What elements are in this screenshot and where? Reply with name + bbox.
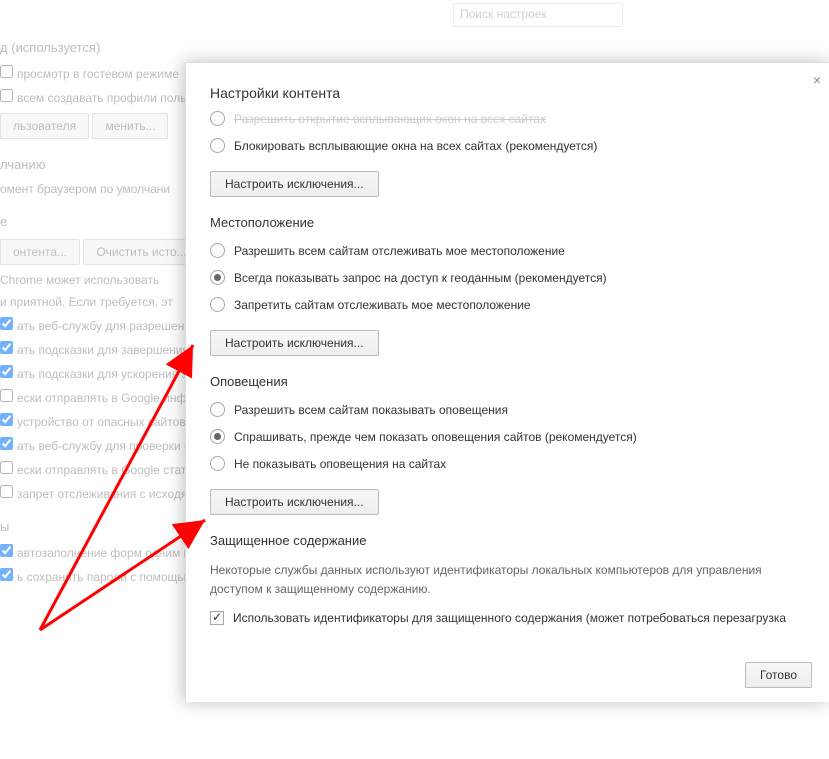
radio-icon — [210, 243, 225, 258]
checkbox-option-7[interactable] — [0, 485, 13, 498]
label-guest-mode: просмотр в гостевом режиме — [17, 67, 179, 81]
label-allow-profiles: всем создавать профили польз — [17, 91, 192, 105]
close-icon[interactable]: × — [810, 69, 824, 91]
label-notifications-block: Не показывать оповещения на сайтах — [234, 457, 446, 471]
button-popups-exceptions[interactable]: Настроить исключения... — [210, 171, 379, 197]
radio-icon — [210, 297, 225, 312]
checkbox-autofill[interactable] — [0, 544, 13, 557]
label-option-5: ать веб-службу для проверки пр — [17, 439, 197, 453]
checkbox-option-5[interactable] — [0, 437, 13, 450]
label-notifications-allow: Разрешить всем сайтам показывать оповеще… — [234, 403, 508, 417]
label-protected-id: Использовать идентификаторы для защищенн… — [233, 611, 786, 625]
label-location-ask: Всегда показывать запрос на доступ к гео… — [234, 271, 607, 285]
radio-icon — [210, 270, 225, 285]
checkbox-option-1[interactable] — [0, 341, 13, 354]
checkbox-option-2[interactable] — [0, 365, 13, 378]
checkbox-option-4[interactable] — [0, 413, 13, 426]
checkbox-option-3[interactable] — [0, 389, 13, 402]
section-popups: Разрешить открытие всплывающих окон на в… — [210, 111, 806, 197]
label-option-2: ать подсказки для ускорения за — [17, 367, 194, 381]
section-heading-users: д (используется) — [0, 40, 829, 55]
button-content-settings[interactable]: онтента... — [0, 239, 80, 265]
section-title-location: Местоположение — [210, 215, 806, 230]
radio-icon — [210, 429, 225, 444]
radio-icon — [210, 138, 225, 153]
label-option-7: запрет отслеживания с исходя — [17, 487, 187, 501]
section-title-notifications: Оповещения — [210, 374, 806, 389]
label-save-passwords: ь сохранять пароли с помощью — [17, 570, 193, 584]
checkbox-icon — [210, 611, 224, 625]
label-option-4: устройство от опасных сайтов — [17, 415, 186, 429]
label-popups-allow: Разрешить открытие всплывающих окон на в… — [234, 112, 546, 126]
radio-icon — [210, 111, 225, 126]
label-option-6: ески отправлять в Google стати — [17, 463, 193, 477]
checkbox-option-6[interactable] — [0, 461, 13, 474]
radio-row-popups-block[interactable]: Блокировать всплывающие окна на всех сай… — [210, 138, 806, 153]
radio-row-location-allow[interactable]: Разрешить всем сайтам отслеживать мое ме… — [210, 243, 806, 258]
label-autofill: автозаполнение форм одним кли — [17, 546, 203, 560]
radio-icon — [210, 456, 225, 471]
content-settings-dialog: × Настройки контента Разрешить открытие … — [185, 62, 829, 702]
section-protected-content: Защищенное содержание Некоторые службы д… — [210, 533, 806, 625]
radio-icon — [210, 402, 225, 417]
radio-row-location-ask[interactable]: Всегда показывать запрос на доступ к гео… — [210, 270, 806, 285]
section-location: Местоположение Разрешить всем сайтам отс… — [210, 215, 806, 356]
radio-row-notifications-block[interactable]: Не показывать оповещения на сайтах — [210, 456, 806, 471]
section-title-protected: Защищенное содержание — [210, 533, 806, 548]
button-clear-history[interactable]: Очистить исто... — [83, 239, 199, 265]
checkbox-row-protected-id[interactable]: Использовать идентификаторы для защищенн… — [210, 611, 806, 625]
radio-row-notifications-ask[interactable]: Спрашивать, прежде чем показать оповещен… — [210, 429, 806, 444]
button-location-exceptions[interactable]: Настроить исключения... — [210, 330, 379, 356]
search-input[interactable]: Поиск настроек — [453, 3, 623, 27]
checkbox-guest-mode[interactable] — [0, 65, 13, 78]
radio-row-popups-allow[interactable]: Разрешить открытие всплывающих окон на в… — [210, 111, 806, 126]
checkbox-allow-profiles[interactable] — [0, 89, 13, 102]
label-option-0: ать веб-службу для разрешения — [17, 319, 197, 333]
text-protected-desc: Некоторые службы данных используют идент… — [210, 561, 806, 599]
label-location-block: Запретить сайтам отслеживать мое местопо… — [234, 298, 531, 312]
radio-row-location-block[interactable]: Запретить сайтам отслеживать мое местопо… — [210, 297, 806, 312]
button-done[interactable]: Готово — [745, 662, 812, 688]
label-notifications-ask: Спрашивать, прежде чем показать оповещен… — [234, 430, 637, 444]
label-popups-block: Блокировать всплывающие окна на всех сай… — [234, 139, 597, 153]
button-notifications-exceptions[interactable]: Настроить исключения... — [210, 489, 379, 515]
dialog-title: Настройки контента — [210, 85, 806, 101]
section-notifications: Оповещения Разрешить всем сайтам показыв… — [210, 374, 806, 515]
label-location-allow: Разрешить всем сайтам отслеживать мое ме… — [234, 244, 565, 258]
checkbox-save-passwords[interactable] — [0, 568, 13, 581]
label-option-3: ески отправлять в Google инфор — [17, 391, 200, 405]
label-option-1: ать подсказки для завершения в — [17, 343, 199, 357]
button-user[interactable]: льзователя — [0, 113, 89, 139]
button-change[interactable]: менить... — [92, 113, 168, 139]
checkbox-option-0[interactable] — [0, 317, 13, 330]
radio-row-notifications-allow[interactable]: Разрешить всем сайтам показывать оповеще… — [210, 402, 806, 417]
